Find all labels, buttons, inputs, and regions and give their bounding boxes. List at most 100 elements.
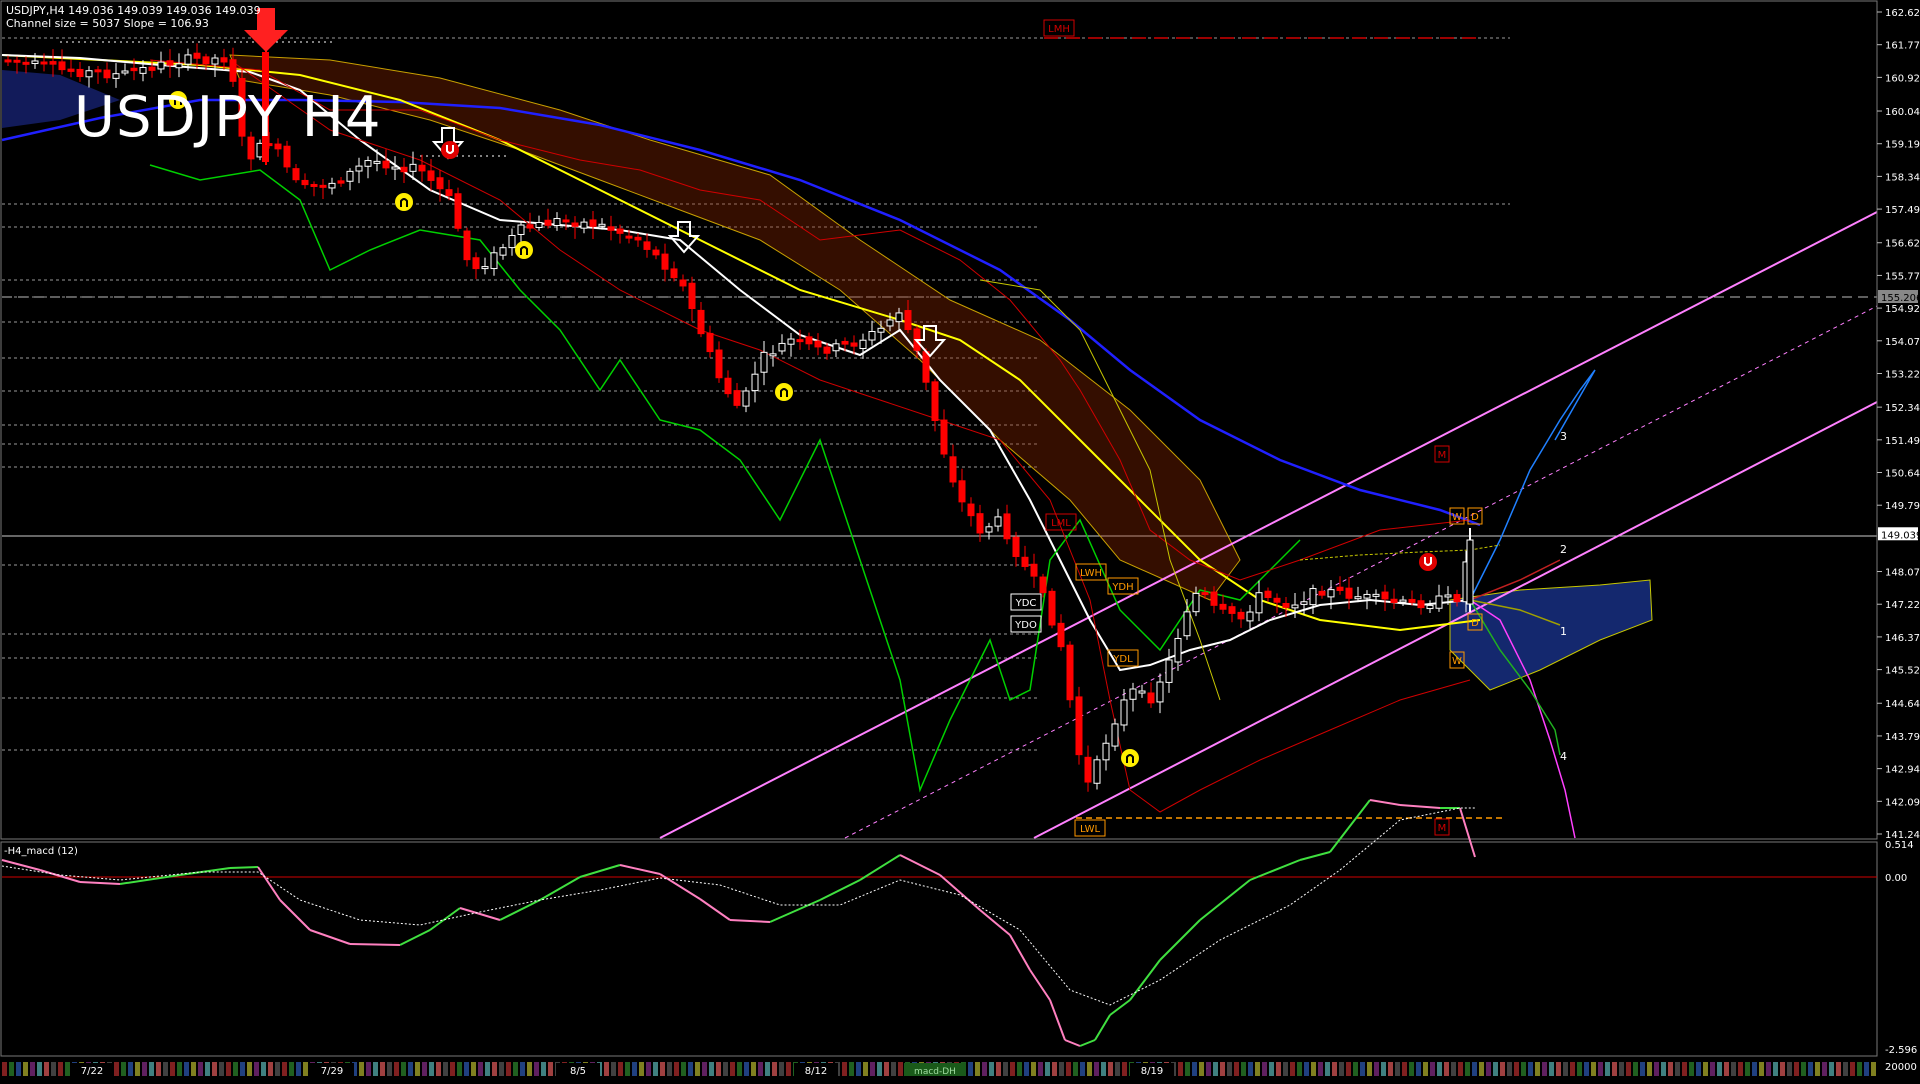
candle-body bbox=[364, 160, 372, 167]
candle-body bbox=[463, 230, 471, 261]
period-separator-bar bbox=[282, 1062, 287, 1076]
period-separator-bar bbox=[380, 1062, 385, 1076]
candle-body bbox=[13, 59, 21, 63]
period-separator-bar bbox=[751, 1062, 756, 1076]
period-separator-bar bbox=[884, 1062, 889, 1076]
period-separator-bar bbox=[863, 1062, 868, 1076]
period-separator-bar bbox=[1836, 1062, 1841, 1076]
period-separator-bar bbox=[1745, 1062, 1750, 1076]
period-separator-bar bbox=[688, 1062, 693, 1076]
period-separator-bar bbox=[737, 1062, 742, 1076]
candle-body bbox=[634, 236, 642, 241]
fractal-up-icon bbox=[1121, 749, 1139, 767]
period-separator-bar bbox=[296, 1062, 301, 1076]
period-separator-bar bbox=[1542, 1062, 1547, 1076]
candle-body bbox=[382, 160, 390, 169]
level-tag-label: W bbox=[1452, 512, 1462, 523]
period-separator-bar bbox=[1696, 1062, 1701, 1076]
period-separator-bar bbox=[37, 1062, 42, 1076]
period-separator-bar bbox=[149, 1062, 154, 1076]
period-separator-bar bbox=[1220, 1062, 1225, 1076]
period-separator-bar bbox=[1241, 1062, 1246, 1076]
period-separator-bar bbox=[1318, 1062, 1323, 1076]
candle-body bbox=[805, 336, 813, 345]
candle-body bbox=[832, 343, 840, 352]
period-separator-bar bbox=[1381, 1062, 1386, 1076]
period-separator-bar bbox=[464, 1062, 469, 1076]
price-tick-label: 154.920 bbox=[1885, 304, 1920, 315]
period-separator-bar bbox=[191, 1062, 196, 1076]
chart-window[interactable]: LMH LML LWH YDH YDC YDO YDL LWL W D D W M M 1 2 3 4 162.6… bbox=[0, 0, 1920, 1080]
period-separator-bar bbox=[457, 1062, 462, 1076]
period-separator-bar bbox=[1507, 1062, 1512, 1076]
channel-info: Channel size = 5037 Slope = 106.93 bbox=[6, 17, 209, 30]
period-separator-bar bbox=[646, 1062, 651, 1076]
period-separator-bar bbox=[142, 1062, 147, 1076]
period-separator-bar bbox=[968, 1062, 973, 1076]
price-tick-label: 145.520 bbox=[1885, 666, 1920, 677]
period-separator-bar bbox=[1402, 1062, 1407, 1076]
period-separator-bar bbox=[709, 1062, 714, 1076]
period-separator-bar bbox=[716, 1062, 721, 1076]
candle-body bbox=[472, 257, 480, 270]
fractal-up-icon bbox=[515, 241, 533, 259]
candle-body bbox=[409, 163, 417, 172]
period-separator-bar bbox=[1682, 1062, 1687, 1076]
price-tick-label: 150.645 bbox=[1885, 469, 1920, 480]
period-separator-bar bbox=[450, 1062, 455, 1076]
level-tag-label: M bbox=[1438, 823, 1447, 834]
period-separator-bar bbox=[1437, 1062, 1442, 1076]
period-separator-bar bbox=[1591, 1062, 1596, 1076]
candle-body bbox=[1183, 611, 1191, 637]
price-tick-label: 160.920 bbox=[1885, 73, 1920, 84]
candle-body bbox=[1435, 595, 1443, 609]
period-separator-bar bbox=[1311, 1062, 1316, 1076]
candle-body bbox=[1426, 604, 1434, 610]
period-separator-bar bbox=[772, 1062, 777, 1076]
period-separator-bar bbox=[471, 1062, 476, 1076]
candle-body bbox=[1291, 604, 1299, 609]
period-separator-bar bbox=[1094, 1062, 1099, 1076]
period-separator-bar bbox=[667, 1062, 672, 1076]
candle-body bbox=[103, 69, 111, 79]
period-separator-bar bbox=[429, 1062, 434, 1076]
period-separator-bar bbox=[184, 1062, 189, 1076]
period-separator-bar bbox=[1514, 1062, 1519, 1076]
watermark-title: USDJPY H4 bbox=[74, 85, 382, 150]
period-separator-bar bbox=[548, 1062, 553, 1076]
period-separator-bar bbox=[1087, 1062, 1092, 1076]
level-tag-label: M bbox=[1438, 450, 1447, 461]
price-tick-label: 162.620 bbox=[1885, 8, 1920, 19]
period-separator-bar bbox=[1626, 1062, 1631, 1076]
period-separator-bar bbox=[212, 1062, 217, 1076]
chart-canvas[interactable]: LMHLMLLWHYDHYDCYDOYDLLWLW DDWMM1234 162.6… bbox=[0, 0, 1920, 1080]
macd-line-segment bbox=[349, 943, 401, 946]
period-separator-bar bbox=[1528, 1062, 1533, 1076]
period-separator-bar bbox=[9, 1062, 14, 1076]
indicator-tab-label[interactable]: macd-DH bbox=[914, 1067, 956, 1077]
period-separator-bar bbox=[1283, 1062, 1288, 1076]
candle-body bbox=[427, 170, 435, 181]
candle-body bbox=[1327, 589, 1335, 598]
time-axis-label: 7/29 bbox=[321, 1066, 343, 1077]
candle-body bbox=[976, 513, 984, 534]
candle-body bbox=[589, 219, 597, 227]
candle-body bbox=[850, 342, 858, 347]
period-separator-bar bbox=[674, 1062, 679, 1076]
period-separator-bar bbox=[1640, 1062, 1645, 1076]
candle-body bbox=[1039, 576, 1047, 594]
price-tick-label: 154.070 bbox=[1885, 337, 1920, 348]
level-tag-label: LML bbox=[1051, 518, 1071, 529]
candle-body bbox=[553, 218, 561, 227]
period-separator-bar bbox=[492, 1062, 497, 1076]
price-tick-label: 159.195 bbox=[1885, 140, 1920, 151]
candle-body bbox=[1066, 644, 1074, 701]
period-separator-bar bbox=[639, 1062, 644, 1076]
candle-body bbox=[1300, 601, 1308, 605]
period-separator-bar bbox=[114, 1062, 119, 1076]
macd-line-segment bbox=[229, 866, 259, 869]
period-separator-bar bbox=[1003, 1062, 1008, 1076]
candle-body bbox=[499, 247, 507, 256]
level-tag-label: W bbox=[1452, 656, 1462, 667]
candle-body bbox=[517, 224, 525, 235]
